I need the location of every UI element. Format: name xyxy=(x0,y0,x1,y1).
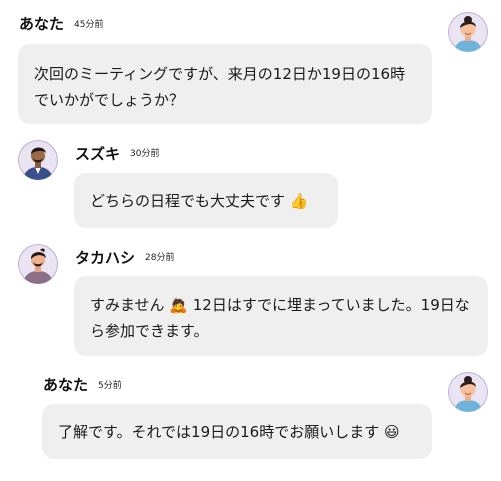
avatar[interactable] xyxy=(18,244,58,284)
woman-avatar-icon xyxy=(448,372,488,412)
sender-name: あなた xyxy=(19,15,65,33)
man-avatar-icon xyxy=(18,244,58,284)
woman-avatar-icon xyxy=(448,12,488,52)
message-text: すみません 🙇 12日はすでに埋まっていました。19日なら参加できます。 xyxy=(90,296,470,340)
message-text: 次回のミーティングですが、来月の12日か19日の16時でいかがでしょうか？ xyxy=(34,65,406,109)
sender-name: あなた xyxy=(43,376,89,394)
message-bubble: すみません 🙇 12日はすでに埋まっていました。19日なら参加できます。 xyxy=(74,276,488,356)
avatar[interactable] xyxy=(448,12,488,52)
message-bubble: どちらの日程でも大丈夫です 👍 xyxy=(74,173,338,228)
avatar[interactable] xyxy=(18,140,58,180)
man-avatar-icon xyxy=(18,140,58,180)
message-time: 28分前 xyxy=(145,253,175,263)
message-time: 30分前 xyxy=(130,149,160,159)
message-text: 了解です。それでは19日の16時でお願いします 😃 xyxy=(58,423,400,441)
message-text: どちらの日程でも大丈夫です 👍 xyxy=(90,192,309,210)
sender-name: スズキ xyxy=(75,145,121,163)
avatar[interactable] xyxy=(448,372,488,412)
sender-name: タカハシ xyxy=(75,249,136,267)
message-bubble: 了解です。それでは19日の16時でお願いします 😃 xyxy=(42,404,432,459)
message-time: 5分前 xyxy=(98,381,122,391)
message-bubble: 次回のミーティングですが、来月の12日か19日の16時でいかがでしょうか？ xyxy=(18,44,432,124)
message-time: 45分前 xyxy=(74,20,104,30)
